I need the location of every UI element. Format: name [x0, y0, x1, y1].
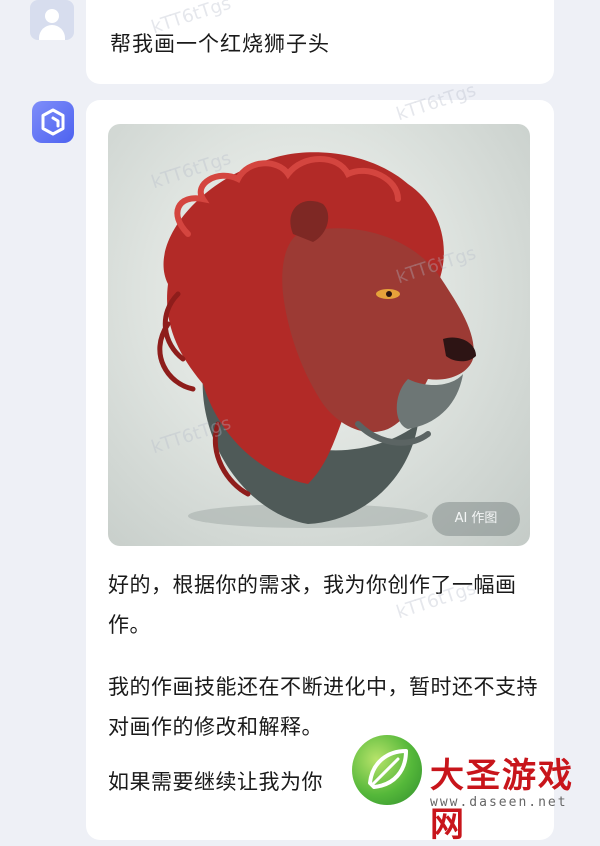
- ai-avatar-icon: [32, 101, 74, 143]
- user-avatar-head: [45, 9, 59, 23]
- lion-illustration: [157, 152, 476, 528]
- brand-url: www.daseen.net: [430, 795, 568, 810]
- ai-image-badge: AI 作图: [432, 502, 520, 536]
- generated-lion-image[interactable]: [108, 124, 530, 546]
- user-avatar-body: [39, 25, 65, 40]
- cube-icon: [41, 108, 65, 136]
- reply-paragraph-2: 我的作画技能还在不断进化中，暂时还不支持对画作的修改和解释。: [108, 675, 538, 739]
- user-message-text: 帮我画一个红烧狮子头: [110, 32, 330, 56]
- user-avatar-icon: [30, 0, 74, 40]
- leaf-icon: [368, 749, 408, 789]
- user-message-bubble: 帮我画一个红烧狮子头: [86, 0, 554, 84]
- reply-paragraph-1: 好的，根据你的需求，我为你创作了一幅画作。: [108, 573, 517, 637]
- brand-logo-icon: [352, 735, 422, 805]
